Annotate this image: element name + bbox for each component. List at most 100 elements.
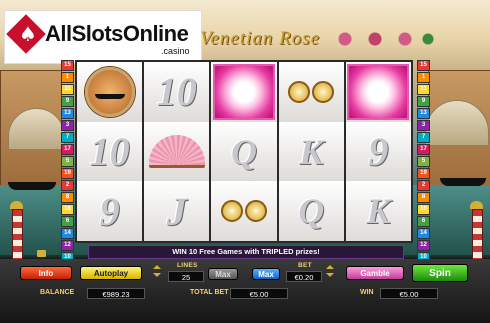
payline-marker: 9 (417, 96, 430, 107)
reel-cell: 10 (77, 121, 143, 182)
bet-value: €0.20 (286, 271, 322, 282)
payline-marker: 15 (417, 60, 430, 71)
fan-symbol-icon (148, 135, 205, 168)
payline-marker: 14 (61, 228, 74, 239)
payline-marker: 1 (61, 72, 74, 83)
game-title: Venetian Rose (200, 28, 321, 49)
reel-cell (278, 62, 344, 122)
lines-value: 25 (168, 271, 204, 282)
reel-cell (211, 181, 277, 242)
right-pole-cap (470, 201, 483, 209)
balance-value: €989.23 (87, 288, 145, 299)
card-symbol: 10 (89, 129, 130, 174)
reel-1: 10 9 (77, 62, 145, 242)
reel-cell (345, 62, 412, 122)
reel-cell (77, 62, 143, 122)
site-watermark: ♠ AllSlotsOnline .casino (4, 10, 202, 64)
reel-cell: K (278, 121, 344, 182)
card-symbol: Q (298, 191, 325, 232)
watermark-suffix: .casino (161, 46, 190, 56)
lines-label: LINES (177, 262, 198, 269)
payline-marker: 7 (61, 132, 74, 143)
bet-increase-icon[interactable] (326, 261, 334, 269)
reel-cell: 9 (77, 181, 143, 242)
balance-label: BALANCE (40, 289, 75, 296)
payline-marker: 3 (61, 120, 74, 131)
reel-cell (211, 62, 277, 122)
card-symbol: 9 (99, 188, 120, 234)
roses-decoration (330, 30, 440, 48)
payline-marker: 11 (417, 84, 430, 95)
win-value: €5.00 (380, 288, 438, 299)
win-label: WIN (360, 289, 374, 296)
payline-marker: 9 (61, 96, 74, 107)
bet-decrease-icon[interactable] (326, 273, 334, 281)
payline-marker: 8 (417, 192, 430, 203)
payline-marker: 19 (61, 168, 74, 179)
reel-cell: Q (211, 121, 277, 182)
payline-marker: 13 (417, 108, 430, 119)
spin-button[interactable]: Spin (412, 264, 468, 282)
total-bet-label: TOTAL BET (190, 289, 229, 296)
left-pole-cap (10, 201, 23, 209)
payline-marker: 7 (417, 132, 430, 143)
reel-cell: J (144, 181, 210, 242)
reel-cell: 9 (345, 121, 412, 182)
lines-increase-icon[interactable] (153, 261, 161, 269)
watermark-brand: AllSlotsOnline (45, 21, 189, 46)
reel-2: 10 J (144, 62, 212, 242)
payline-marker: 1 (417, 72, 430, 83)
rose-symbol-icon (213, 63, 275, 120)
payline-marker: 14 (417, 228, 430, 239)
payline-marker: 11 (61, 84, 74, 95)
slot-game-screen: ♠ AllSlotsOnline .casino Venetian Rose 1… (0, 0, 490, 323)
left-gondola (8, 182, 56, 190)
gondola-symbol-icon (84, 66, 135, 117)
spade-icon: ♠ (19, 22, 37, 46)
reel-3: Q (211, 62, 279, 242)
bet-label: BET (298, 262, 312, 269)
payline-marker: 15 (61, 60, 74, 71)
info-button[interactable]: Info (20, 266, 72, 280)
payline-marker: 6 (61, 216, 74, 227)
rose-symbol-icon (347, 63, 410, 120)
binoculars-symbol-icon (221, 200, 267, 223)
payline-marker: 12 (61, 240, 74, 251)
reel-5: 9K (345, 62, 412, 242)
payline-marker: 17 (417, 144, 430, 155)
reel-cell: K (345, 181, 412, 242)
payline-marker: 19 (417, 168, 430, 179)
reel-cell: 10 (144, 62, 210, 122)
card-symbol: K (366, 191, 391, 232)
card-symbol: Q (231, 131, 257, 172)
reel-4: KQ (278, 62, 346, 242)
card-symbol: J (166, 188, 187, 234)
lines-decrease-icon[interactable] (153, 273, 161, 281)
reel-grid: 10 9 10 J Q K Q 9 K (75, 60, 413, 243)
info-message: WIN 10 Free Games with TRIPLED prizes! (88, 245, 404, 259)
max-lines-button[interactable]: Max (208, 268, 238, 280)
payline-marker: 5 (417, 156, 430, 167)
right-gondola (440, 178, 486, 186)
binoculars-symbol-icon (288, 80, 335, 103)
total-bet-value: €5.00 (230, 288, 288, 299)
payline-marker: 2 (417, 180, 430, 191)
autoplay-button[interactable]: Autoplay (80, 266, 142, 280)
payline-marker: 3 (417, 120, 430, 131)
max-bet-button[interactable]: Max (252, 268, 280, 280)
payline-marker: 13 (61, 108, 74, 119)
payline-marker: 16 (417, 204, 430, 215)
payline-marker: 2 (61, 180, 74, 191)
sound-toggle-icon[interactable] (37, 250, 46, 257)
reel-cell (144, 121, 210, 182)
reel-cell: Q (278, 181, 344, 242)
payline-marker: 16 (61, 204, 74, 215)
payline-marker: 5 (61, 156, 74, 167)
card-symbol: K (299, 131, 324, 172)
control-panel: Info Autoplay LINES 25 Max Max BET €0.20… (0, 259, 490, 323)
payline-marker: 17 (61, 144, 74, 155)
payline-marker: 6 (417, 216, 430, 227)
payline-marker: 8 (61, 192, 74, 203)
gamble-button[interactable]: Gamble (346, 266, 404, 280)
card-symbol: 9 (368, 129, 389, 174)
